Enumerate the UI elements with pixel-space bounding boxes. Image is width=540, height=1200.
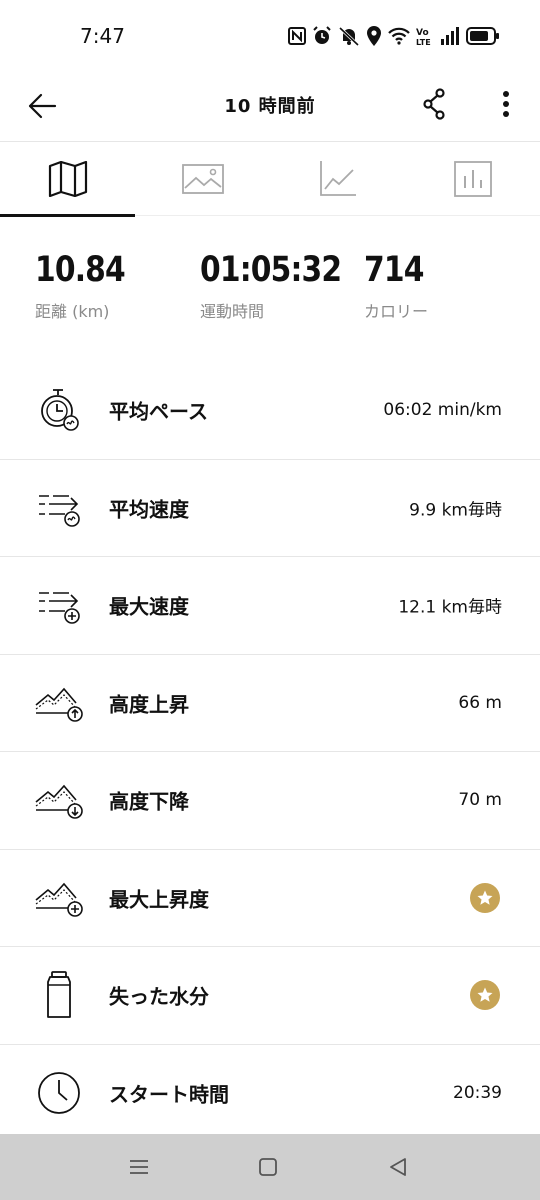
summary-stats: 10.84 距離 (km) 01:05:32 運動時間 714 カロリー (0, 250, 540, 340)
status-bar: 7:47 Vo LTE (0, 0, 540, 72)
more-vert-icon (503, 91, 509, 117)
metric-value: 20:39 (453, 1083, 502, 1104)
share-icon (423, 88, 445, 120)
stat-value: 01:05:32 (200, 250, 342, 290)
stat-calories: 714 カロリー (364, 250, 434, 322)
premium-star-badge[interactable] (470, 882, 500, 913)
app-bar: 10 時間前 (0, 72, 540, 142)
avg-speed-icon (34, 483, 84, 533)
status-icons: Vo LTE (288, 24, 500, 48)
premium-star-badge[interactable] (470, 980, 500, 1011)
signal-icon (441, 27, 459, 45)
nfc-icon (288, 27, 306, 45)
descent-icon (34, 775, 84, 825)
metric-label: 平均ペース (109, 399, 208, 424)
metric-row-water-loss: 失った水分 (0, 947, 540, 1045)
metric-value: 12.1 km毎時 (398, 597, 502, 618)
page-title: 10 時間前 (224, 96, 316, 117)
metric-row-start-time: スタート時間 20:39 (0, 1045, 540, 1143)
metric-value: 70 m (458, 790, 502, 811)
status-time: 7:47 (80, 24, 125, 48)
stat-label: 運動時間 (200, 302, 265, 321)
triangle-back-icon (390, 1158, 406, 1176)
star-icon (477, 987, 493, 1002)
location-icon (367, 26, 381, 46)
metric-row-ascent: 高度上昇 66 m (0, 655, 540, 752)
wifi-icon (388, 27, 410, 45)
tab-map[interactable] (0, 142, 135, 217)
bottle-icon (34, 970, 84, 1020)
ascent-icon (34, 678, 84, 728)
svg-text:LTE: LTE (416, 38, 431, 46)
battery-icon (466, 27, 499, 45)
map-icon (48, 161, 87, 197)
alarm-icon (313, 26, 331, 44)
max-speed-icon (34, 580, 84, 630)
square-icon (259, 1158, 277, 1176)
tab-photos[interactable] (135, 142, 270, 216)
star-icon (477, 890, 493, 905)
back-nav-button[interactable] (383, 1152, 413, 1182)
tab-splits[interactable] (405, 142, 540, 216)
metrics-list: 平均ペース 06:02 min/km 平均速度 9.9 km毎時 最大速度 12… (0, 362, 540, 1142)
metric-label: 最大上昇度 (109, 887, 209, 912)
home-button[interactable] (253, 1152, 283, 1182)
tab-bar (0, 142, 540, 217)
metric-label: 平均速度 (109, 497, 189, 522)
stat-distance: 10.84 距離 (km) (35, 250, 141, 322)
metric-row-max-altitude: 最大上昇度 (0, 850, 540, 947)
metric-label: 高度上昇 (109, 692, 189, 717)
metric-value: 66 m (458, 692, 502, 713)
metric-value: 06:02 min/km (383, 400, 502, 421)
menu-icon (130, 1160, 148, 1174)
stat-value: 714 (364, 250, 424, 290)
metric-label: 失った水分 (109, 984, 209, 1009)
system-nav-bar (0, 1134, 540, 1200)
volte-icon: VoLTE (416, 28, 431, 46)
line-chart-icon (319, 161, 356, 196)
image-icon (181, 164, 224, 194)
metric-row-descent: 高度下降 70 m (0, 752, 540, 850)
bar-chart-icon (453, 161, 492, 197)
metric-label: 高度下降 (109, 789, 189, 814)
metric-value: 9.9 km毎時 (409, 500, 502, 521)
svg-text:Vo: Vo (416, 28, 429, 38)
more-options-button[interactable] (486, 82, 526, 126)
stat-value: 10.84 (35, 250, 126, 290)
stat-label: 距離 (km) (35, 302, 110, 321)
recent-apps-button[interactable] (124, 1152, 154, 1182)
stopwatch-pace-icon (34, 385, 84, 435)
metric-label: 最大速度 (109, 594, 189, 619)
stat-label: カロリー (364, 302, 429, 321)
clock-icon (34, 1068, 84, 1118)
max-altitude-icon (34, 873, 84, 923)
metric-row-avg-pace: 平均ペース 06:02 min/km (0, 362, 540, 460)
metric-row-avg-speed: 平均速度 9.9 km毎時 (0, 460, 540, 557)
mute-icon (338, 26, 360, 46)
stat-duration: 01:05:32 運動時間 (200, 250, 366, 322)
metric-row-max-speed: 最大速度 12.1 km毎時 (0, 557, 540, 655)
tab-graph[interactable] (270, 142, 405, 216)
share-button[interactable] (414, 82, 458, 126)
metric-label: スタート時間 (109, 1082, 229, 1107)
